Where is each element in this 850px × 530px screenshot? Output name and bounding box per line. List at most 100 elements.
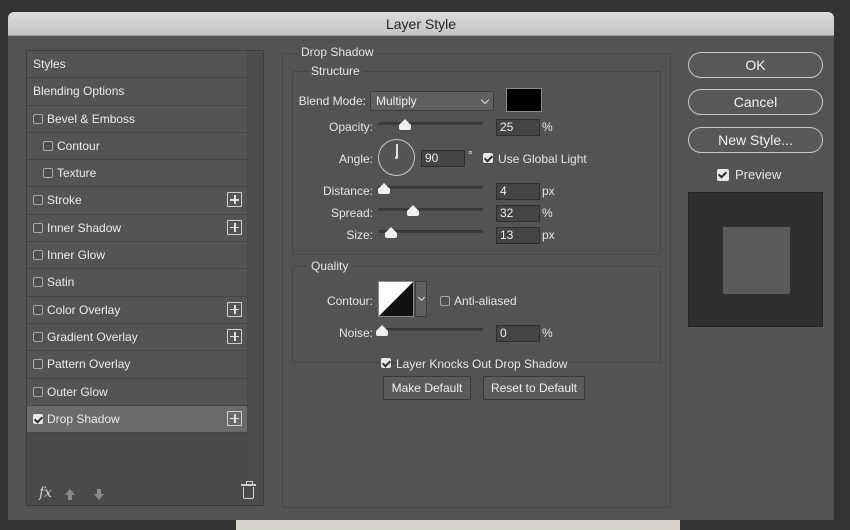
style-item-label: Color Overlay — [47, 302, 121, 317]
chevron-down-icon — [480, 95, 490, 105]
opacity-label: Opacity: — [328, 120, 373, 134]
angle-unit: ° — [468, 148, 473, 162]
style-item-label: Texture — [57, 166, 97, 181]
noise-unit: % — [542, 326, 553, 340]
noise-label: Noise: — [338, 326, 373, 340]
style-item-outer-glow[interactable]: Outer Glow — [27, 378, 247, 406]
add-icon[interactable] — [227, 219, 242, 235]
blend-mode-value: Multiply — [376, 94, 417, 108]
trash-icon[interactable] — [241, 481, 256, 499]
knocks-out-checkbox[interactable] — [381, 358, 391, 368]
style-item-label: Inner Shadow — [47, 220, 122, 235]
style-checkbox[interactable] — [33, 277, 43, 288]
make-default-button[interactable]: Make Default — [383, 376, 471, 400]
style-item-satin[interactable]: Satin — [27, 269, 247, 297]
distance-unit: px — [542, 184, 555, 198]
style-item-gradient-overlay[interactable]: Gradient Overlay — [27, 323, 247, 352]
layer-style-dialog: Layer Style Styles Blending Options Bevel … — [8, 12, 834, 520]
style-checkbox[interactable] — [33, 304, 43, 315]
add-icon[interactable] — [227, 410, 242, 426]
style-item-contour[interactable]: Contour — [27, 132, 247, 161]
opacity-slider-thumb[interactable] — [399, 119, 411, 130]
drop-shadow-settings: Drop Shadow Structure Blend Mode: Multip… — [282, 40, 682, 508]
cancel-button[interactable]: Cancel — [688, 89, 823, 115]
style-item-label: Blending Options — [33, 84, 125, 99]
preview-swatch — [723, 227, 790, 294]
chevron-down-icon — [417, 293, 426, 302]
style-item-inner-shadow[interactable]: Inner Shadow — [27, 214, 247, 243]
canvas-strip — [236, 520, 680, 530]
quality-group — [292, 266, 661, 363]
style-item-color-overlay[interactable]: Color Overlay — [27, 296, 247, 324]
style-checkbox[interactable] — [33, 250, 43, 261]
add-icon[interactable] — [227, 301, 242, 317]
use-global-light-checkbox[interactable] — [483, 153, 493, 163]
use-global-light-label: Use Global Light — [498, 152, 587, 166]
style-item-inner-glow[interactable]: Inner Glow — [27, 242, 247, 270]
add-icon[interactable] — [227, 328, 242, 344]
opacity-input[interactable]: 25 — [496, 119, 540, 136]
fx-icon[interactable]: fx — [39, 485, 52, 501]
style-item-label: Stroke — [47, 193, 82, 208]
spread-slider[interactable] — [378, 205, 483, 216]
style-checkbox[interactable] — [33, 331, 43, 342]
style-item-label: Gradient Overlay — [47, 329, 138, 344]
noise-input[interactable]: 0 — [496, 325, 540, 342]
style-checkbox[interactable] — [33, 413, 43, 424]
style-item-label: Styles — [33, 57, 66, 71]
style-item-pattern-overlay[interactable]: Pattern Overlay — [27, 351, 247, 379]
distance-slider[interactable] — [378, 183, 483, 194]
contour-label: Contour: — [326, 294, 373, 308]
preview-checkbox[interactable] — [717, 169, 729, 181]
opacity-unit: % — [542, 120, 553, 134]
size-slider[interactable] — [378, 227, 483, 238]
style-checkbox[interactable] — [43, 140, 53, 151]
angle-input[interactable]: 90 — [421, 150, 465, 167]
angle-label: Angle: — [338, 152, 373, 166]
spread-input[interactable]: 32 — [496, 205, 540, 222]
style-item-blending-options[interactable]: Blending Options — [27, 78, 247, 106]
style-checkbox[interactable] — [33, 113, 43, 124]
size-slider-thumb[interactable] — [385, 227, 397, 238]
style-item-styles[interactable]: Styles — [27, 51, 247, 79]
move-up-icon[interactable] — [65, 489, 75, 500]
style-checkbox[interactable] — [43, 168, 53, 179]
noise-slider[interactable] — [376, 325, 483, 336]
move-down-icon[interactable] — [94, 489, 104, 500]
add-icon[interactable] — [227, 192, 242, 208]
quality-title: Quality — [308, 259, 352, 273]
style-checkbox[interactable] — [33, 195, 43, 206]
drop-shadow-title: Drop Shadow — [298, 45, 377, 59]
distance-input[interactable]: 4 — [496, 183, 540, 200]
spread-unit: % — [542, 206, 553, 220]
style-checkbox[interactable] — [33, 386, 43, 397]
style-item-label: Bevel & Emboss — [47, 111, 136, 126]
anti-aliased-checkbox[interactable] — [440, 296, 450, 306]
new-style-button[interactable]: New Style... — [688, 127, 823, 153]
style-checkbox[interactable] — [33, 359, 43, 370]
styles-list-scrollbar[interactable] — [249, 51, 263, 505]
knocks-out-label: Layer Knocks Out Drop Shadow — [396, 357, 568, 371]
styles-panel: Styles Blending Options Bevel & Emboss Cont… — [26, 50, 264, 506]
size-input[interactable]: 13 — [496, 227, 540, 244]
style-checkbox[interactable] — [33, 222, 43, 233]
styles-list: Styles Blending Options Bevel & Emboss Cont… — [27, 51, 247, 434]
style-item-texture[interactable]: Texture — [27, 160, 247, 188]
style-item-label: Pattern Overlay — [47, 357, 131, 372]
size-unit: px — [542, 228, 555, 242]
ok-button[interactable]: OK — [688, 52, 823, 78]
style-item-stroke[interactable]: Stroke — [27, 187, 247, 215]
spread-slider-thumb[interactable] — [407, 205, 419, 216]
style-item-bevel-emboss[interactable]: Bevel & Emboss — [27, 105, 247, 133]
reset-to-default-button[interactable]: Reset to Default — [483, 376, 585, 400]
opacity-slider[interactable] — [378, 119, 483, 130]
contour-dropdown[interactable] — [415, 281, 427, 317]
blend-mode-select[interactable]: Multiply — [370, 91, 494, 111]
contour-preview[interactable] — [378, 281, 414, 317]
angle-dial[interactable] — [378, 139, 415, 176]
shadow-color-swatch[interactable] — [506, 88, 542, 112]
style-item-label: Inner Glow — [47, 248, 106, 263]
distance-slider-thumb[interactable] — [378, 183, 390, 194]
style-item-drop-shadow[interactable]: Drop Shadow — [27, 405, 247, 434]
noise-slider-thumb[interactable] — [376, 325, 388, 336]
